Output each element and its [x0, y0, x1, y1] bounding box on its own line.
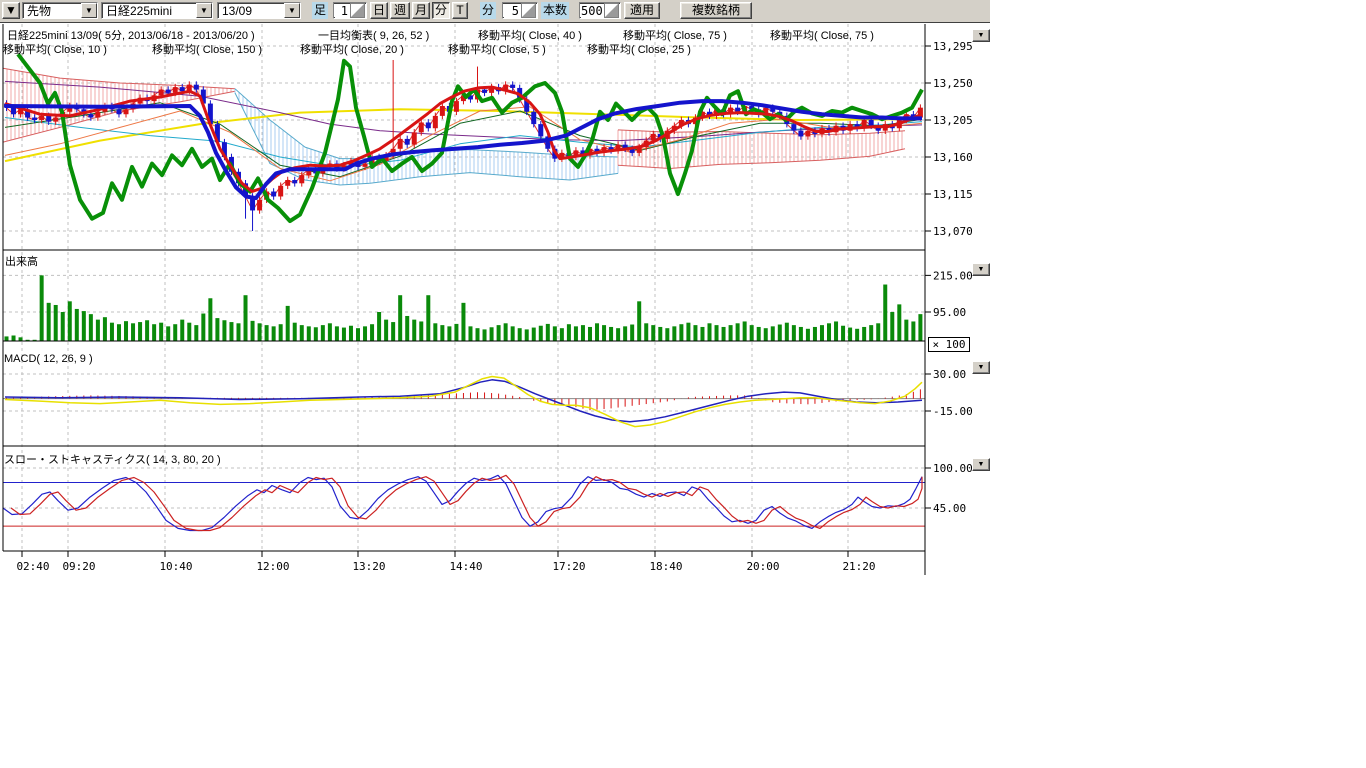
period-minute-button[interactable]: 分 — [432, 2, 450, 19]
svg-text:45.00: 45.00 — [933, 502, 966, 515]
minute-value-input[interactable] — [503, 4, 520, 17]
svg-text:13,205: 13,205 — [933, 114, 973, 127]
legend-ma5: 移動平均( Close, 5 ) — [448, 41, 546, 57]
category-dropdown[interactable]: 先物 ▼ — [22, 2, 98, 19]
svg-text:13,160: 13,160 — [933, 151, 973, 164]
volume-unit-label: × 100 — [928, 337, 970, 352]
macd-axis-dropdown-button[interactable]: ▼ — [972, 361, 990, 374]
bar-count-spinner[interactable] — [579, 2, 621, 19]
period-month-button[interactable]: 月 — [412, 2, 430, 19]
svg-text:21:20: 21:20 — [842, 560, 875, 573]
svg-text:13:20: 13:20 — [352, 560, 385, 573]
svg-text:12:00: 12:00 — [256, 560, 289, 573]
svg-text:02:40: 02:40 — [16, 560, 49, 573]
svg-text:13,070: 13,070 — [933, 225, 973, 238]
toolbar: ▼ 先物 ▼ 日経225mini ▼ 13/09 ▼ 足 日 週 月 分 T 分… — [0, 0, 990, 23]
svg-text:13,115: 13,115 — [933, 188, 973, 201]
trading-app-window: ▼ 先物 ▼ 日経225mini ▼ 13/09 ▼ 足 日 週 月 分 T 分… — [0, 0, 1366, 768]
multi-symbol-button[interactable]: 複数銘柄 — [680, 2, 752, 19]
svg-text:13,295: 13,295 — [933, 40, 973, 53]
apply-button[interactable]: 適用 — [624, 2, 660, 19]
svg-text:30.00: 30.00 — [933, 368, 966, 381]
svg-text:215.00: 215.00 — [933, 269, 973, 282]
svg-text:95.00: 95.00 — [933, 306, 966, 319]
period-tick-button[interactable]: T — [452, 2, 468, 19]
volume-axis-dropdown-button[interactable]: ▼ — [972, 263, 990, 276]
chevron-down-icon[interactable]: ▼ — [284, 3, 300, 18]
chart-canvas: 13,295 13,250 13,205 13,160 13,115 13,070 215.… — [0, 23, 992, 608]
svg-text:-15.00: -15.00 — [933, 405, 973, 418]
chart-area: 13,295 13,250 13,205 13,160 13,115 13,070 215.… — [0, 23, 1366, 768]
toolbar-menu-dropdown-button[interactable]: ▼ — [2, 2, 20, 19]
legend-ma25: 移動平均( Close, 25 ) — [587, 41, 691, 57]
minute-label: 分 — [480, 2, 496, 19]
period-day-button[interactable]: 日 — [370, 2, 388, 19]
bar-count-label: 本数 — [541, 2, 569, 19]
ashi-count-input[interactable] — [334, 4, 349, 17]
spinner-icon[interactable] — [604, 3, 619, 18]
legend-ma10: 移動平均( Close, 10 ) — [3, 41, 107, 57]
stochastics-axis-dropdown-button[interactable]: ▼ — [972, 458, 990, 471]
svg-text:20:00: 20:00 — [746, 560, 779, 573]
macd-panel-label: MACD( 12, 26, 9 ) — [4, 353, 93, 365]
bar-count-input[interactable] — [580, 4, 603, 17]
ashi-count-spinner[interactable] — [333, 2, 367, 19]
spinner-icon[interactable] — [350, 3, 365, 18]
spinner-icon[interactable] — [521, 3, 536, 18]
svg-text:14:40: 14:40 — [449, 560, 482, 573]
legend-ma75b: 移動平均( Close, 75 ) — [770, 27, 874, 43]
price-axis-dropdown-button[interactable]: ▼ — [972, 29, 990, 42]
symbol-dropdown[interactable]: 日経225mini ▼ — [101, 2, 213, 19]
volume-panel-label: 出来高 — [5, 253, 38, 269]
legend-ma20: 移動平均( Close, 20 ) — [300, 41, 404, 57]
chevron-down-icon[interactable]: ▼ — [81, 3, 97, 18]
chevron-down-icon[interactable]: ▼ — [196, 3, 212, 18]
svg-text:17:20: 17:20 — [552, 560, 585, 573]
svg-text:10:40: 10:40 — [159, 560, 192, 573]
svg-text:100.00: 100.00 — [933, 462, 973, 475]
period-week-button[interactable]: 週 — [390, 2, 410, 19]
minute-value-spinner[interactable] — [502, 2, 538, 19]
svg-text:13,250: 13,250 — [933, 77, 973, 90]
svg-text:09:20: 09:20 — [62, 560, 95, 573]
contract-dropdown-value: 13/09 — [218, 4, 284, 18]
legend-ma150: 移動平均( Close, 150 ) — [152, 41, 262, 57]
stochastics-panel-label: スロー・ストキャスティクス( 14, 3, 80, 20 ) — [4, 451, 221, 467]
svg-text:18:40: 18:40 — [649, 560, 682, 573]
category-dropdown-value: 先物 — [23, 2, 81, 19]
ashi-label: 足 — [312, 2, 328, 19]
contract-month-dropdown[interactable]: 13/09 ▼ — [217, 2, 301, 19]
symbol-dropdown-value: 日経225mini — [102, 2, 196, 19]
